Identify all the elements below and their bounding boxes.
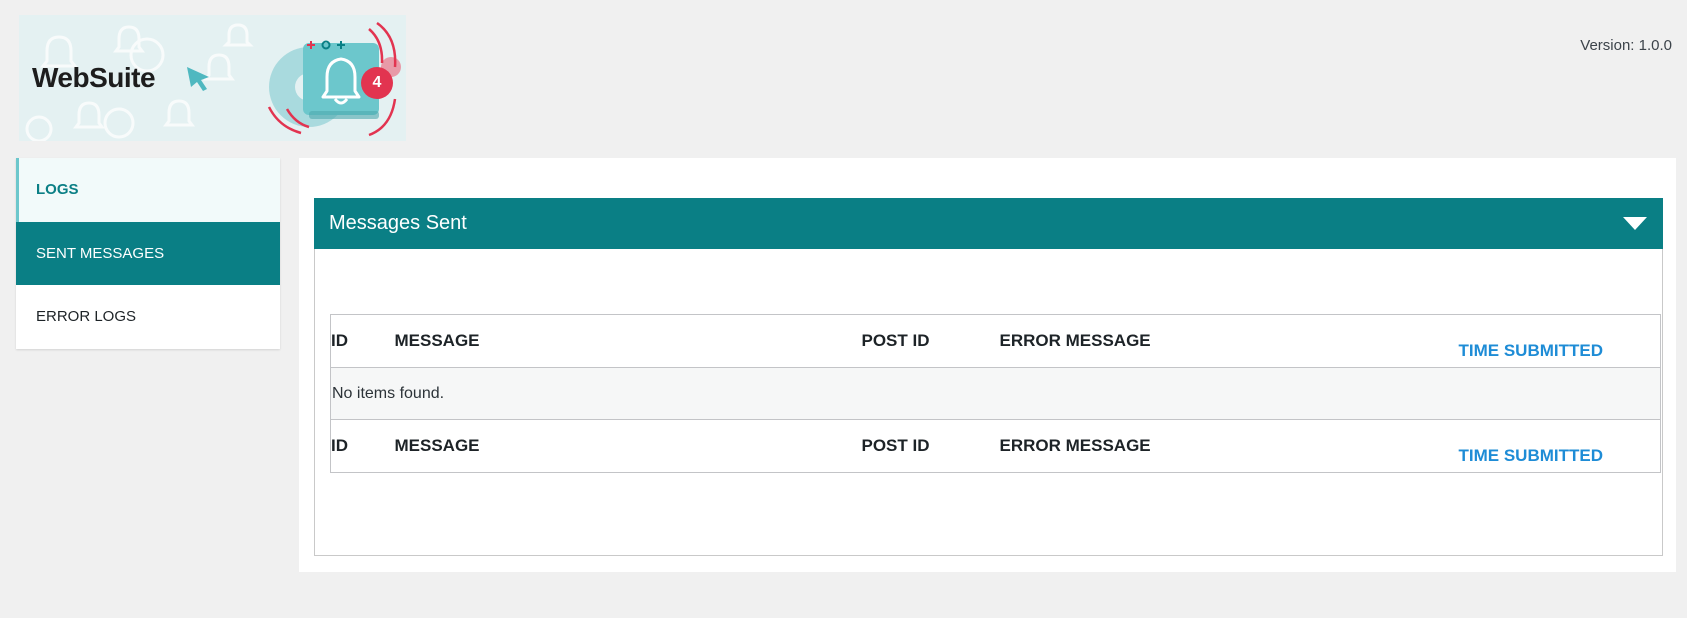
table-header-row: ID MESSAGE POST ID ERROR MESSAGE TIME SU… xyxy=(330,315,1661,368)
accordion-title: Messages Sent xyxy=(329,212,467,234)
column-header-error-message: ERROR MESSAGE xyxy=(999,331,1151,350)
column-header-message: MESSAGE xyxy=(394,331,480,350)
page: WebSuite 4 Version: 1.0.0 LOGS SENT MESS… xyxy=(0,0,1687,618)
sidebar-item-error-logs[interactable]: ERROR LOGS xyxy=(16,285,280,349)
table-row: No items found. xyxy=(330,367,1661,420)
notification-count-badge: 4 xyxy=(361,67,393,99)
footer-sort-link-time-submitted[interactable]: TIME SUBMITTED xyxy=(1459,446,1604,465)
footer-header-time-submitted[interactable]: TIME SUBMITTED xyxy=(1459,420,1661,473)
brand-name: WebSuite xyxy=(32,62,156,93)
messages-accordion: Messages Sent ID MESSAGE POST ID ERROR M… xyxy=(314,198,1663,556)
footer-header-message: MESSAGE xyxy=(394,436,480,455)
accordion-header[interactable]: Messages Sent xyxy=(314,198,1663,249)
footer-header-post-id: POST ID xyxy=(861,436,930,455)
version-label: Version: 1.0.0 xyxy=(1580,37,1672,54)
sidebar-item-logs[interactable]: LOGS xyxy=(16,158,280,222)
messages-table: ID MESSAGE POST ID ERROR MESSAGE TIME SU… xyxy=(330,314,1661,473)
sort-link-time-submitted[interactable]: TIME SUBMITTED xyxy=(1459,341,1604,360)
footer-header-error-message: ERROR MESSAGE xyxy=(999,436,1151,455)
column-header-post-id: POST ID xyxy=(861,331,930,350)
brand-banner: WebSuite 4 xyxy=(19,15,406,141)
column-header-time-submitted[interactable]: TIME SUBMITTED xyxy=(1459,315,1661,368)
empty-state-text: No items found. xyxy=(330,367,1661,420)
caret-down-icon[interactable] xyxy=(1623,217,1647,230)
footer-header-id: ID xyxy=(331,436,348,455)
table-footer-row: ID MESSAGE POST ID ERROR MESSAGE TIME SU… xyxy=(330,419,1661,473)
sidebar-item-sent-messages[interactable]: SENT MESSAGES xyxy=(16,221,280,286)
main-panel: Messages Sent ID MESSAGE POST ID ERROR M… xyxy=(299,158,1676,572)
column-header-id: ID xyxy=(331,331,348,350)
sidebar: LOGS SENT MESSAGES ERROR LOGS xyxy=(16,158,280,349)
